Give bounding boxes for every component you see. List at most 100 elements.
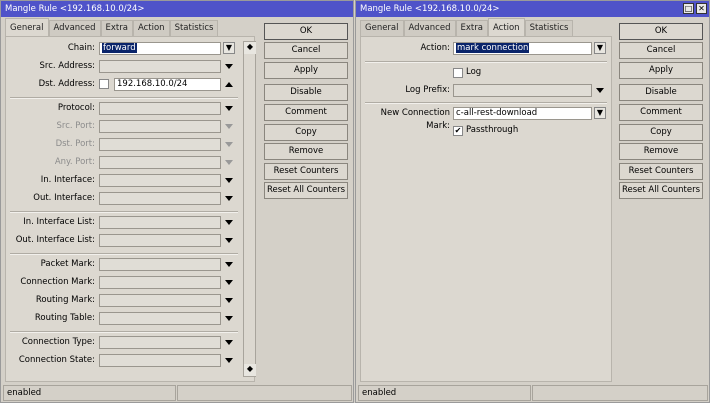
reset-all-counters-button[interactable]: Reset All Counters [264, 182, 348, 199]
connection-state-input[interactable] [99, 354, 221, 367]
scroll-up-icon[interactable]: ◆ [244, 42, 256, 54]
separator [365, 102, 607, 104]
expand-arrow-icon[interactable] [225, 280, 233, 285]
expand-arrow-icon[interactable] [225, 316, 233, 321]
src-port-label: Src. Port: [56, 121, 96, 131]
dst-address-input[interactable]: 192.168.10.0/24 [114, 78, 221, 91]
comment-button[interactable]: Comment [264, 104, 348, 121]
tab-statistics[interactable]: Statistics [524, 20, 574, 36]
expand-arrow-icon[interactable] [225, 238, 233, 243]
expand-arrow-icon[interactable] [225, 64, 233, 69]
reset-counters-button[interactable]: Reset Counters [619, 163, 703, 180]
copy-button[interactable]: Copy [264, 124, 348, 141]
log-prefix-input[interactable] [453, 84, 592, 97]
ok-button[interactable]: OK [619, 23, 703, 40]
tab-bar: General Advanced Extra Action Statistics [5, 18, 219, 36]
mangle-rule-window-right: Mangle Rule <192.168.10.0/24> □ ✕ Genera… [355, 0, 710, 403]
tab-advanced[interactable]: Advanced [48, 20, 101, 36]
tab-advanced[interactable]: Advanced [403, 20, 456, 36]
packet-mark-input[interactable] [99, 258, 221, 271]
maximize-button[interactable]: □ [683, 3, 694, 14]
log-prefix-label: Log Prefix: [405, 85, 450, 95]
expand-arrow-icon[interactable] [225, 106, 233, 111]
apply-button[interactable]: Apply [264, 62, 348, 79]
expand-arrow-icon[interactable] [225, 340, 233, 345]
routing-table-input[interactable] [99, 312, 221, 325]
expand-arrow-icon[interactable] [225, 358, 233, 363]
in-interface-label: In. Interface: [40, 175, 95, 185]
close-button[interactable]: ✕ [696, 3, 707, 14]
expand-arrow-icon[interactable] [225, 178, 233, 183]
src-port-input[interactable] [99, 120, 221, 133]
tab-general[interactable]: General [5, 18, 49, 36]
out-interface-input[interactable] [99, 192, 221, 205]
expand-arrow-icon[interactable] [225, 298, 233, 303]
out-interface-list-input[interactable] [99, 234, 221, 247]
new-connection-mark-label: New Connection Mark: [380, 108, 450, 131]
tab-bar: General Advanced Extra Action Statistics [360, 18, 574, 36]
disable-button[interactable]: Disable [264, 84, 348, 101]
cancel-button[interactable]: Cancel [264, 42, 348, 59]
in-interface-input[interactable] [99, 174, 221, 187]
scroll-down-icon[interactable]: ◆ [244, 364, 256, 376]
status-bar: enabled [358, 385, 531, 401]
expand-arrow-icon[interactable] [225, 262, 233, 267]
protocol-label: Protocol: [57, 103, 95, 113]
expand-arrow-icon[interactable] [225, 142, 233, 147]
dst-port-label: Dst. Port: [55, 139, 95, 149]
protocol-input[interactable] [99, 102, 221, 115]
tab-extra[interactable]: Extra [100, 20, 133, 36]
connection-type-input[interactable] [99, 336, 221, 349]
dst-port-input[interactable] [99, 138, 221, 151]
status-bar: enabled [3, 385, 176, 401]
general-tab-panel: ◆ ◆ Chain: forward ▼ Src. Address: Dst. Addr… [5, 36, 256, 382]
tab-statistics[interactable]: Statistics [169, 20, 219, 36]
new-connection-mark-input[interactable]: c-all-rest-download [453, 107, 592, 120]
in-interface-list-label: In. Interface List: [23, 217, 95, 227]
tab-action[interactable]: Action [132, 20, 170, 36]
action-value: mark connection [456, 43, 530, 53]
separator [365, 61, 607, 63]
remove-button[interactable]: Remove [619, 143, 703, 160]
any-port-input[interactable] [99, 156, 221, 169]
dst-address-invert-checkbox[interactable] [99, 79, 109, 89]
in-interface-list-input[interactable] [99, 216, 221, 229]
expand-arrow-icon[interactable] [225, 196, 233, 201]
scrollbar[interactable]: ◆ ◆ [243, 41, 256, 377]
expand-arrow-icon[interactable] [225, 160, 233, 165]
cancel-button[interactable]: Cancel [619, 42, 703, 59]
chain-input[interactable]: forward [99, 42, 221, 55]
dropdown-icon[interactable]: ▼ [594, 107, 606, 119]
dropdown-icon[interactable]: ▼ [223, 42, 235, 54]
passthrough-checkbox[interactable]: ✔ [453, 126, 463, 136]
log-checkbox[interactable] [453, 68, 463, 78]
reset-counters-button[interactable]: Reset Counters [264, 163, 348, 180]
tab-action[interactable]: Action [487, 18, 525, 36]
separator [10, 97, 238, 99]
reset-all-counters-button[interactable]: Reset All Counters [619, 182, 703, 199]
expand-arrow-icon[interactable] [225, 220, 233, 225]
passthrough-label: Passthrough [466, 125, 519, 135]
packet-mark-label: Packet Mark: [40, 259, 95, 269]
connection-mark-input[interactable] [99, 276, 221, 289]
comment-button[interactable]: Comment [619, 104, 703, 121]
routing-table-label: Routing Table: [34, 313, 95, 323]
tab-general[interactable]: General [360, 20, 404, 36]
dropdown-arrow-icon[interactable] [596, 88, 604, 93]
action-select[interactable]: mark connection [453, 42, 592, 55]
expand-arrow-icon[interactable] [225, 124, 233, 129]
remove-button[interactable]: Remove [264, 143, 348, 160]
dst-address-label: Dst. Address: [38, 79, 95, 89]
any-port-label: Any. Port: [54, 157, 95, 167]
routing-mark-input[interactable] [99, 294, 221, 307]
chain-value: forward [102, 43, 137, 53]
disable-button[interactable]: Disable [619, 84, 703, 101]
src-address-input[interactable] [99, 60, 221, 73]
ok-button[interactable]: OK [264, 23, 348, 40]
routing-mark-label: Routing Mark: [35, 295, 95, 305]
tab-extra[interactable]: Extra [455, 20, 488, 36]
apply-button[interactable]: Apply [619, 62, 703, 79]
dropdown-icon[interactable]: ▼ [594, 42, 606, 54]
copy-button[interactable]: Copy [619, 124, 703, 141]
collapse-arrow-icon[interactable] [225, 82, 233, 87]
